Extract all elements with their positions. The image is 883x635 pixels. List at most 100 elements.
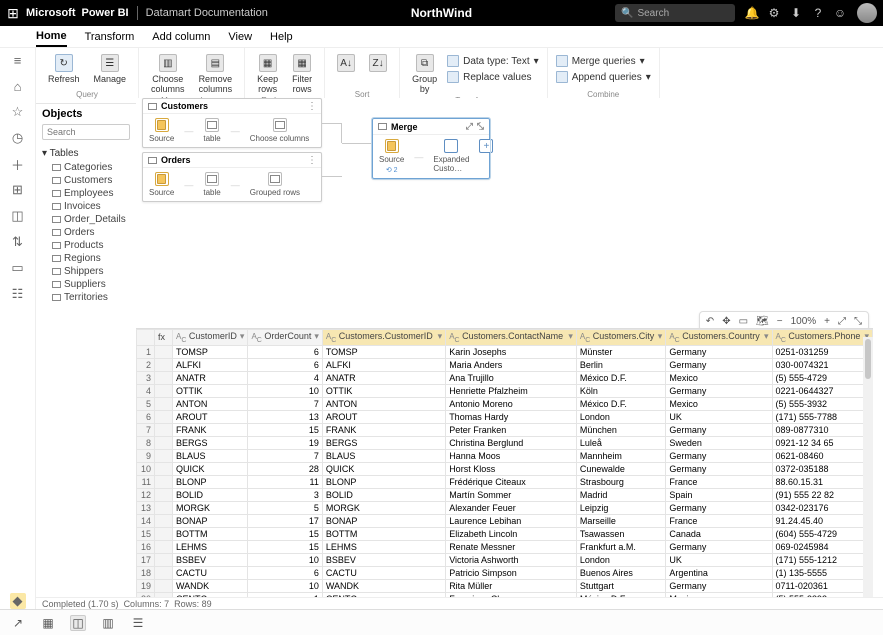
table-row[interactable]: 10QUICK28QUICKHorst KlossCunewaldeGerman…	[137, 462, 873, 475]
replace-values-button[interactable]: Replace values	[447, 70, 539, 84]
workspaces-icon[interactable]: ☷	[10, 286, 26, 302]
tab-add-column[interactable]: Add column	[152, 28, 210, 46]
dataflow-icon[interactable]: ◫	[10, 208, 26, 224]
cell[interactable]: Tsawassen	[576, 527, 665, 540]
cell[interactable]: Buenos Aires	[576, 566, 665, 579]
cell[interactable]: UK	[666, 553, 772, 566]
cell[interactable]: Canada	[666, 527, 772, 540]
cell[interactable]: BSBEV	[173, 553, 248, 566]
cell[interactable]: Spain	[666, 488, 772, 501]
cell[interactable]: BLAUS	[322, 449, 445, 462]
append-queries-button[interactable]: Append queries▾	[556, 70, 651, 84]
cell[interactable]: FRANK	[173, 423, 248, 436]
doc-breadcrumb[interactable]: Datamart Documentation	[146, 7, 268, 19]
hamburger-icon[interactable]: ≡	[10, 52, 26, 68]
column-header[interactable]: AC Customers.Phone ▾	[772, 330, 873, 346]
data-grid[interactable]: fxAC CustomerID ▾AC OrderCount ▾AC Custo…	[136, 329, 873, 597]
table-row[interactable]: 2ALFKI6ALFKIMaria AndersBerlinGermany030…	[137, 358, 873, 371]
cell[interactable]: BLAUS	[173, 449, 248, 462]
cell[interactable]: 7	[248, 449, 322, 462]
scrollbar[interactable]	[863, 337, 873, 597]
cell[interactable]: ANATR	[322, 371, 445, 384]
manage-button[interactable]: ☰Manage	[90, 52, 131, 86]
cell[interactable]: (171) 555-7788	[772, 410, 873, 423]
cell[interactable]: (171) 555-1212	[772, 553, 873, 566]
map-icon[interactable]: 🗺	[756, 316, 769, 327]
cell[interactable]: Leipzig	[576, 501, 665, 514]
cell[interactable]: Germany	[666, 501, 772, 514]
cell[interactable]: AROUT	[173, 410, 248, 423]
column-header[interactable]: AC Customers.Country ▾	[666, 330, 772, 346]
cell[interactable]: CACTU	[322, 566, 445, 579]
cell[interactable]: 28	[248, 462, 322, 475]
table-row[interactable]: 15BOTTM15BOTTMElizabeth LincolnTsawassen…	[137, 527, 873, 540]
cell[interactable]: (5) 555-4729	[772, 371, 873, 384]
table-row[interactable]: 5ANTON7ANTONAntonio MorenoMéxico D.F.Mex…	[137, 397, 873, 410]
cell[interactable]: Münster	[576, 345, 665, 358]
cell[interactable]: Laurence Lebihan	[446, 514, 577, 527]
step-table[interactable]: table	[203, 172, 220, 197]
row-number-header[interactable]	[137, 330, 155, 346]
cell[interactable]: ANTON	[322, 397, 445, 410]
cell[interactable]: Stuttgart	[576, 579, 665, 592]
cell[interactable]: France	[666, 514, 772, 527]
help-icon[interactable]: ?	[807, 6, 829, 20]
cell[interactable]: Luleå	[576, 436, 665, 449]
cell[interactable]: WANDK	[173, 579, 248, 592]
fit-icon[interactable]: ▭	[739, 316, 748, 327]
cell[interactable]: MORGK	[173, 501, 248, 514]
table-row[interactable]: 19WANDK10WANDKRita MüllerStuttgartGerman…	[137, 579, 873, 592]
cell[interactable]: 069-0245984	[772, 540, 873, 553]
cell[interactable]: (91) 555 22 82	[772, 488, 873, 501]
tab-view[interactable]: View	[228, 28, 252, 46]
choose-columns-button[interactable]: ▥Choose columns	[147, 52, 189, 96]
table-item[interactable]: Orders	[42, 226, 130, 239]
star-icon[interactable]: ☆	[10, 104, 26, 120]
cell[interactable]: BOTTM	[322, 527, 445, 540]
cell[interactable]: Alexander Feuer	[446, 501, 577, 514]
cell[interactable]: AROUT	[322, 410, 445, 423]
cell[interactable]: 4	[248, 371, 322, 384]
node-customers[interactable]: Customers ⋮ Source — table — Choose colu…	[142, 98, 322, 148]
app-launcher-icon[interactable]: ⊞	[0, 5, 26, 22]
cell[interactable]: 0221-0644327	[772, 384, 873, 397]
cell[interactable]: FRANK	[322, 423, 445, 436]
table-row[interactable]: 18CACTU6CACTUPatricio SimpsonBuenos Aire…	[137, 566, 873, 579]
cell[interactable]: 15	[248, 527, 322, 540]
cell[interactable]: Karin Josephs	[446, 345, 577, 358]
diagram-view-icon[interactable]: ◫	[70, 615, 86, 631]
fullscreen-out-icon[interactable]: ⤡	[854, 316, 862, 327]
cell[interactable]: Renate Messner	[446, 540, 577, 553]
cell[interactable]: Strasbourg	[576, 475, 665, 488]
table-row[interactable]: 13MORGK5MORGKAlexander FeuerLeipzigGerma…	[137, 501, 873, 514]
cell[interactable]: Hanna Moos	[446, 449, 577, 462]
cell[interactable]: BLONP	[322, 475, 445, 488]
tab-help[interactable]: Help	[270, 28, 293, 46]
cell[interactable]: (1) 135-5555	[772, 566, 873, 579]
step-table[interactable]: table	[203, 118, 220, 143]
node-merge[interactable]: Merge ⤢ ⤡ ⋮ Source⟲ 2 — Expanded Custo… …	[372, 118, 490, 179]
cell[interactable]: MORGK	[322, 501, 445, 514]
cell[interactable]: Mexico	[666, 397, 772, 410]
cell[interactable]: 15	[248, 423, 322, 436]
table-item[interactable]: Employees	[42, 187, 130, 200]
filter-rows-button[interactable]: ▦Filter rows	[288, 52, 316, 96]
cell[interactable]: Sweden	[666, 436, 772, 449]
node-menu-icon[interactable]: ⋮	[307, 101, 317, 112]
fullscreen-in-icon[interactable]: ⤢	[838, 316, 846, 327]
list-view-icon[interactable]: ☰	[130, 615, 146, 631]
group-by-button[interactable]: ⧉Group by	[408, 52, 441, 96]
cell[interactable]: Rita Müller	[446, 579, 577, 592]
feedback-icon[interactable]: ☺	[829, 6, 851, 20]
table-row[interactable]: 16LEHMS15LEHMSRenate MessnerFrankfurt a.…	[137, 540, 873, 553]
cell[interactable]: Germany	[666, 540, 772, 553]
cell[interactable]: 17	[248, 514, 322, 527]
cell[interactable]: México D.F.	[576, 397, 665, 410]
objects-search[interactable]	[42, 124, 130, 140]
cell[interactable]: UK	[666, 410, 772, 423]
cell[interactable]: 91.24.45.40	[772, 514, 873, 527]
cell[interactable]: Henriette Pfalzheim	[446, 384, 577, 397]
expand-icon[interactable]: ⤢	[466, 121, 473, 132]
cell[interactable]: Germany	[666, 358, 772, 371]
cell[interactable]: 88.60.15.31	[772, 475, 873, 488]
